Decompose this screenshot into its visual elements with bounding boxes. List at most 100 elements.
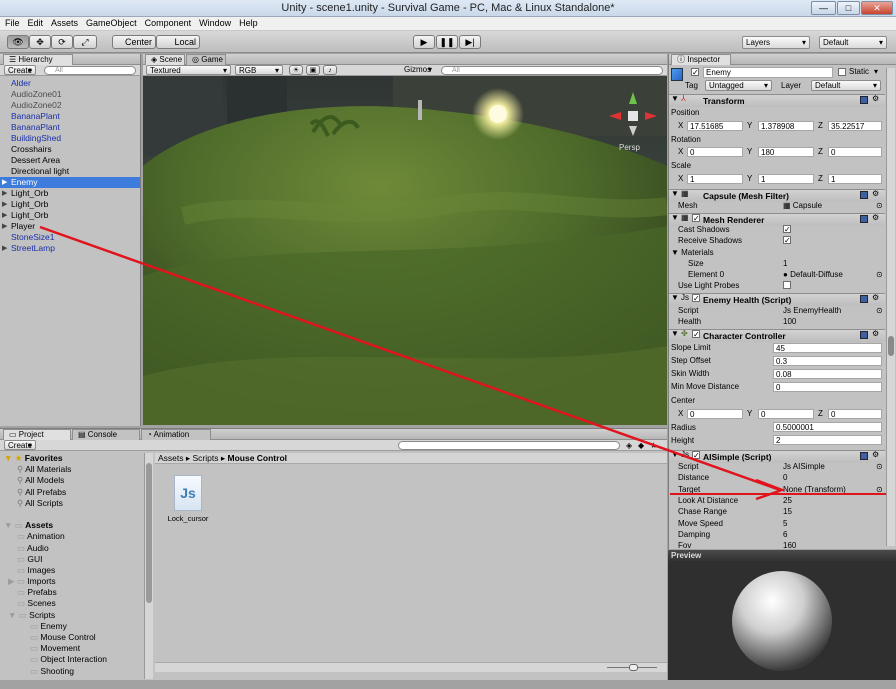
expand-arrow-icon[interactable]: ▶: [2, 243, 7, 254]
scene-audio-button[interactable]: ♪: [323, 65, 337, 75]
close-button[interactable]: ✕: [861, 1, 893, 15]
hierarchy-item[interactable]: ▶ StreetLamp: [0, 243, 140, 254]
tag-dropdown[interactable]: Untagged: [705, 80, 772, 91]
slope-limit-field[interactable]: 45: [773, 343, 882, 353]
project-tree-item[interactable]: ▭ GUI: [0, 554, 142, 565]
cast-shadows-checkbox[interactable]: ✓: [783, 225, 791, 234]
help-book-icon[interactable]: [860, 295, 868, 303]
breadcrumb-assets[interactable]: Assets: [158, 453, 184, 463]
preview-pane[interactable]: [668, 561, 896, 680]
layer-dropdown[interactable]: Default: [811, 80, 881, 91]
ai-simple-header[interactable]: AISimple (Script): [669, 450, 885, 463]
tab-project[interactable]: ▭ Project: [3, 429, 71, 440]
asset-lock-cursor[interactable]: Js Lock_cursor: [166, 475, 210, 523]
project-tree-scroll-thumb[interactable]: [146, 463, 152, 603]
project-tree-item[interactable]: ▼ ▭ Scripts: [0, 610, 142, 621]
inspector-scrollbar[interactable]: [886, 68, 895, 546]
radius-field[interactable]: 0.5000001: [773, 422, 882, 432]
hierarchy-item[interactable]: StoneSize1: [0, 232, 140, 243]
help-book-icon[interactable]: [860, 331, 868, 339]
menu-component[interactable]: Component: [140, 17, 195, 28]
shading-mode-dropdown[interactable]: Textured: [146, 65, 231, 75]
foldout-arrow-icon[interactable]: ▼: [671, 293, 679, 303]
project-tree-scrollbar[interactable]: [144, 453, 153, 679]
hierarchy-item[interactable]: Dessert Area: [0, 155, 140, 166]
pivot-local-button[interactable]: Local: [156, 35, 200, 49]
position-y-field[interactable]: 1.378908: [758, 121, 814, 131]
position-z-field[interactable]: 35.22517: [828, 121, 882, 131]
hierarchy-search-input[interactable]: All: [44, 66, 136, 75]
project-tree-item[interactable]: ⚲ All Materials: [0, 464, 142, 475]
filter-label-icon[interactable]: ◆: [638, 441, 644, 450]
scene-fx-button[interactable]: ▣: [306, 65, 320, 75]
hierarchy-item[interactable]: ▶ Player: [0, 221, 140, 232]
mesh-value[interactable]: ▦ Capsule: [783, 201, 822, 211]
position-x-field[interactable]: 17.51685: [687, 121, 743, 131]
ai-simple-field-value[interactable]: 6: [783, 530, 787, 540]
materials-size-value[interactable]: 1: [783, 259, 787, 269]
scale-y-field[interactable]: 1: [758, 174, 814, 184]
menu-file[interactable]: File: [0, 17, 23, 28]
min-move-distance-field[interactable]: 0: [773, 382, 882, 392]
skin-width-field[interactable]: 0.08: [773, 369, 882, 379]
help-book-icon[interactable]: [860, 191, 868, 199]
help-book-icon[interactable]: [860, 452, 868, 460]
project-tree-item[interactable]: ▭ Shooting: [0, 666, 142, 677]
ai-simple-field-value[interactable]: 5: [783, 519, 787, 529]
object-picker-icon[interactable]: ⊙: [876, 462, 883, 472]
object-picker-icon[interactable]: ⊙: [876, 270, 883, 280]
pause-button[interactable]: ❚❚: [436, 35, 458, 49]
object-picker-icon[interactable]: ⊙: [876, 485, 883, 495]
hierarchy-item[interactable]: Crosshairs: [0, 144, 140, 155]
materials-label[interactable]: ▼ Materials: [671, 248, 714, 258]
maximize-button[interactable]: □: [837, 1, 860, 15]
help-book-icon[interactable]: [860, 96, 868, 104]
expand-arrow-icon[interactable]: ▶: [2, 188, 7, 199]
expand-arrow-icon[interactable]: ▶: [2, 199, 7, 210]
ai-simple-enabled-checkbox[interactable]: ✓: [692, 451, 700, 460]
character-controller-enabled-checkbox[interactable]: ✓: [692, 330, 700, 339]
object-picker-icon[interactable]: ⊙: [876, 201, 883, 211]
hierarchy-item[interactable]: ▶ Light_Orb: [0, 210, 140, 221]
receive-shadows-checkbox[interactable]: ✓: [783, 236, 791, 245]
hierarchy-item[interactable]: Directional light: [0, 166, 140, 177]
character-controller-header[interactable]: Character Controller: [669, 329, 885, 342]
hand-tool-button[interactable]: 👁: [7, 35, 29, 49]
hierarchy-item[interactable]: AudioZone01: [0, 89, 140, 100]
menu-window[interactable]: Window: [194, 17, 234, 28]
project-tree-item[interactable]: ▭ Mouse Control: [0, 632, 142, 643]
play-button[interactable]: ▶: [413, 35, 435, 49]
tab-hierarchy[interactable]: ☰ Hierarchy: [3, 54, 73, 65]
hierarchy-item[interactable]: ▶ Enemy: [0, 177, 140, 188]
favorite-star-icon[interactable]: ★: [650, 441, 657, 450]
rotation-z-field[interactable]: 0: [828, 147, 882, 157]
static-dropdown-arrow-icon[interactable]: ▾: [874, 67, 878, 77]
center-z-field[interactable]: 0: [828, 409, 882, 419]
transform-header[interactable]: Transform: [669, 94, 885, 107]
expand-arrow-icon[interactable]: ▶: [2, 210, 7, 221]
rotate-tool-button[interactable]: ⟳: [51, 35, 73, 49]
light-probes-checkbox[interactable]: [783, 281, 791, 289]
project-tree-item[interactable]: ▭ Object Interaction: [0, 654, 142, 665]
mesh-filter-header[interactable]: Capsule (Mesh Filter): [669, 189, 885, 202]
enemy-health-header[interactable]: Enemy Health (Script): [669, 293, 885, 306]
project-tree-item[interactable]: ▼ ★ Favorites: [0, 453, 142, 464]
object-name-field[interactable]: Enemy: [703, 67, 833, 78]
scene-lighting-button[interactable]: ☀: [289, 65, 303, 75]
rotation-y-field[interactable]: 180: [758, 147, 814, 157]
hierarchy-item[interactable]: ▶ Light_Orb: [0, 199, 140, 210]
project-tree-item[interactable]: ▭ Audio: [0, 543, 142, 554]
foldout-arrow-icon[interactable]: ▼: [671, 329, 679, 339]
step-offset-field[interactable]: 0.3: [773, 356, 882, 366]
foldout-arrow-icon[interactable]: ▼: [671, 189, 679, 199]
project-tree-item[interactable]: ▶ ▭ Imports: [0, 576, 142, 587]
layout-dropdown[interactable]: Default: [819, 36, 887, 49]
hierarchy-item[interactable]: BuildingShed: [0, 133, 140, 144]
scale-tool-button[interactable]: ⤢: [73, 35, 97, 49]
layers-dropdown[interactable]: Layers: [742, 36, 810, 49]
step-button[interactable]: ▶|: [459, 35, 481, 49]
hierarchy-item[interactable]: BananaPlant: [0, 122, 140, 133]
tab-inspector[interactable]: ⓘ Inspector: [671, 54, 731, 65]
enemy-health-script-value[interactable]: Js EnemyHealth: [783, 306, 841, 316]
component-gear-icon[interactable]: ⚙: [872, 293, 879, 303]
